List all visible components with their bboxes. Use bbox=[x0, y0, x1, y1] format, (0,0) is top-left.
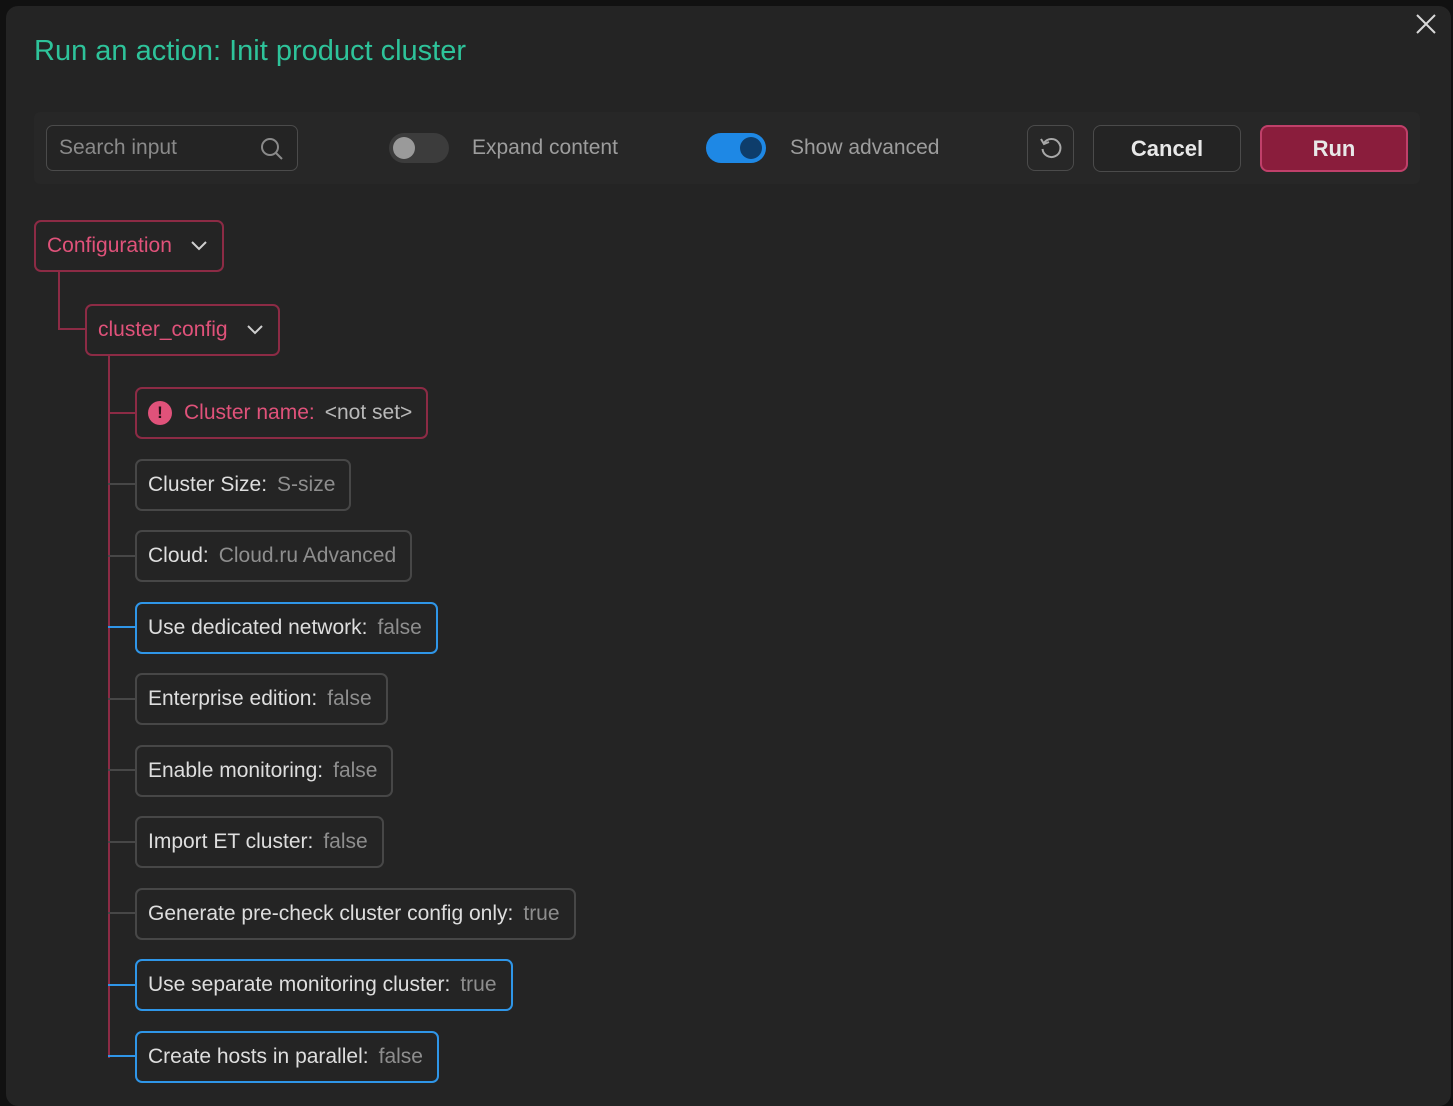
show-advanced-toggle[interactable] bbox=[706, 133, 766, 163]
field-value: S-size bbox=[277, 473, 336, 496]
expand-content-toggle[interactable] bbox=[389, 133, 449, 163]
chevron-down-icon bbox=[191, 241, 207, 251]
close-button[interactable] bbox=[1412, 10, 1440, 38]
configuration-group[interactable]: Configuration bbox=[34, 220, 224, 272]
reset-button[interactable] bbox=[1027, 125, 1074, 171]
field-value: true bbox=[460, 973, 497, 996]
tree-connector bbox=[108, 769, 136, 771]
field-label: Enterprise edition: bbox=[148, 687, 318, 710]
group-label: Configuration bbox=[47, 234, 172, 257]
tree-connector bbox=[58, 328, 86, 330]
show-advanced-label: Show advanced bbox=[790, 136, 940, 159]
field-value: Cloud.ru Advanced bbox=[218, 544, 397, 567]
search-icon bbox=[261, 138, 283, 160]
tree-connector bbox=[108, 356, 110, 1058]
field-value: false bbox=[378, 1045, 423, 1068]
field-label: Enable monitoring: bbox=[148, 759, 324, 782]
field-value: false bbox=[327, 687, 372, 710]
group-label: cluster_config bbox=[98, 318, 228, 341]
field-cluster-name[interactable]: ! Cluster name: <not set> bbox=[135, 387, 429, 439]
field-generate-pre-check[interactable]: Generate pre-check cluster config only: … bbox=[135, 888, 576, 940]
dialog-title: Run an action: Init product cluster bbox=[34, 35, 467, 67]
tree-connector bbox=[108, 1055, 136, 1057]
field-label: Cluster Size: bbox=[148, 473, 268, 496]
toggle-knob bbox=[740, 137, 762, 159]
field-value: false bbox=[377, 616, 422, 639]
field-label: Generate pre-check cluster config only: bbox=[148, 902, 514, 925]
field-import-et-cluster[interactable]: Import ET cluster: false bbox=[135, 816, 384, 868]
tree-connector bbox=[108, 412, 136, 414]
field-cloud[interactable]: Cloud: Cloud.ru Advanced bbox=[135, 530, 413, 582]
field-value: true bbox=[523, 902, 560, 925]
search-input[interactable] bbox=[59, 126, 259, 169]
field-use-dedicated-network[interactable]: Use dedicated network: false bbox=[135, 602, 438, 654]
search-box[interactable] bbox=[46, 125, 298, 171]
field-label: Create hosts in parallel: bbox=[148, 1045, 369, 1068]
tree-connector bbox=[108, 698, 136, 700]
tree-connector bbox=[108, 841, 136, 843]
toggle-knob bbox=[393, 137, 415, 159]
field-enterprise-edition[interactable]: Enterprise edition: false bbox=[135, 673, 388, 725]
chevron-down-icon bbox=[246, 325, 263, 335]
tree-connector bbox=[108, 912, 136, 914]
field-cluster-size[interactable]: Cluster Size: S-size bbox=[135, 459, 352, 511]
reset-icon bbox=[1040, 138, 1062, 158]
error-icon: ! bbox=[148, 401, 172, 425]
field-create-hosts-in-parallel[interactable]: Create hosts in parallel: false bbox=[135, 1031, 439, 1083]
cancel-button[interactable]: Cancel bbox=[1093, 125, 1241, 172]
field-value: false bbox=[323, 830, 368, 853]
tree-connector bbox=[108, 483, 136, 485]
field-label: Cloud: bbox=[148, 544, 209, 567]
close-icon bbox=[1416, 14, 1436, 34]
tree-connector bbox=[108, 555, 136, 557]
field-label: Use separate monitoring cluster: bbox=[148, 973, 451, 996]
tree-connector bbox=[58, 272, 60, 330]
field-label: Cluster name: bbox=[184, 401, 315, 424]
run-button[interactable]: Run bbox=[1260, 125, 1408, 172]
field-enable-monitoring[interactable]: Enable monitoring: false bbox=[135, 745, 394, 797]
field-label: Import ET cluster: bbox=[148, 830, 314, 853]
field-value: false bbox=[333, 759, 378, 782]
field-value: <not set> bbox=[324, 401, 413, 424]
field-use-separate-monitoring-cluster[interactable]: Use separate monitoring cluster: true bbox=[135, 959, 513, 1011]
expand-content-label: Expand content bbox=[472, 136, 618, 159]
field-label: Use dedicated network: bbox=[148, 616, 368, 639]
tree-connector bbox=[108, 984, 136, 986]
cluster-config-group[interactable]: cluster_config bbox=[85, 304, 280, 356]
tree-connector bbox=[108, 626, 136, 628]
